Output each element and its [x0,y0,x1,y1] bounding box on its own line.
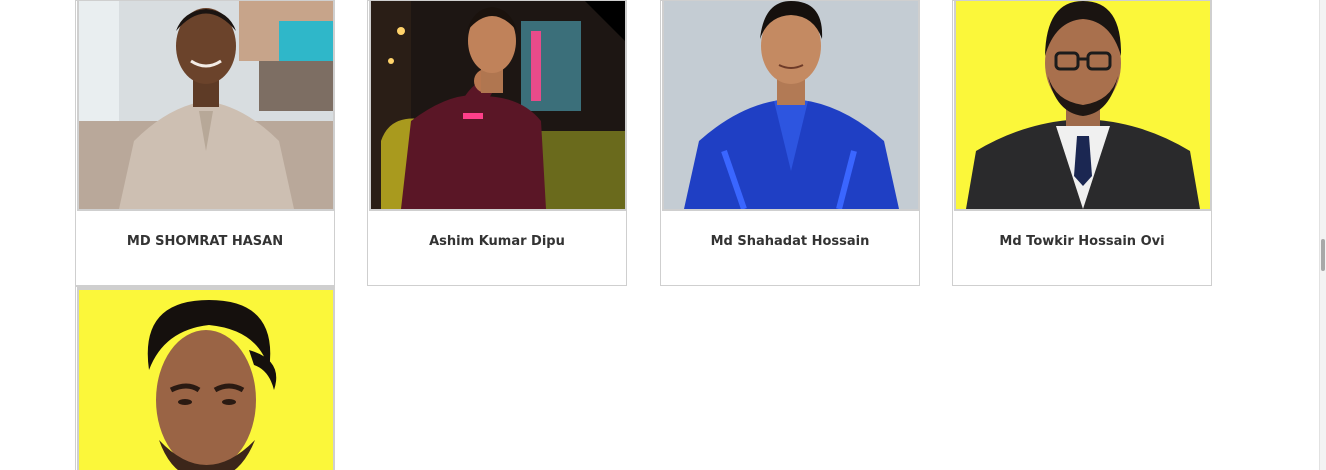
member-photo [662,1,920,211]
member-photo [77,1,335,211]
team-member-card[interactable] [75,286,335,470]
team-member-card[interactable]: Md Shahadat Hossain [660,0,920,286]
team-member-card[interactable]: Ashim Kumar Dipu [367,0,627,286]
team-member-card[interactable]: MD SHOMRAT HASAN [75,0,335,286]
member-photo [77,287,335,470]
team-member-card[interactable]: Md Towkir Hossain Ovi [952,0,1212,286]
scrollbar-thumb[interactable] [1321,239,1325,271]
team-members-page: MD SHOMRAT HASAN Ashim Kumar Dipu Md Sha… [0,0,1326,470]
member-name: Ashim Kumar Dipu [429,234,565,249]
member-name: MD SHOMRAT HASAN [126,234,284,249]
member-name: Md Towkir Hossain Ovi [999,234,1165,249]
vertical-scrollbar[interactable] [1319,0,1326,470]
member-photo [954,1,1212,211]
member-name: Md Shahadat Hossain [710,234,870,249]
member-photo [369,1,627,211]
